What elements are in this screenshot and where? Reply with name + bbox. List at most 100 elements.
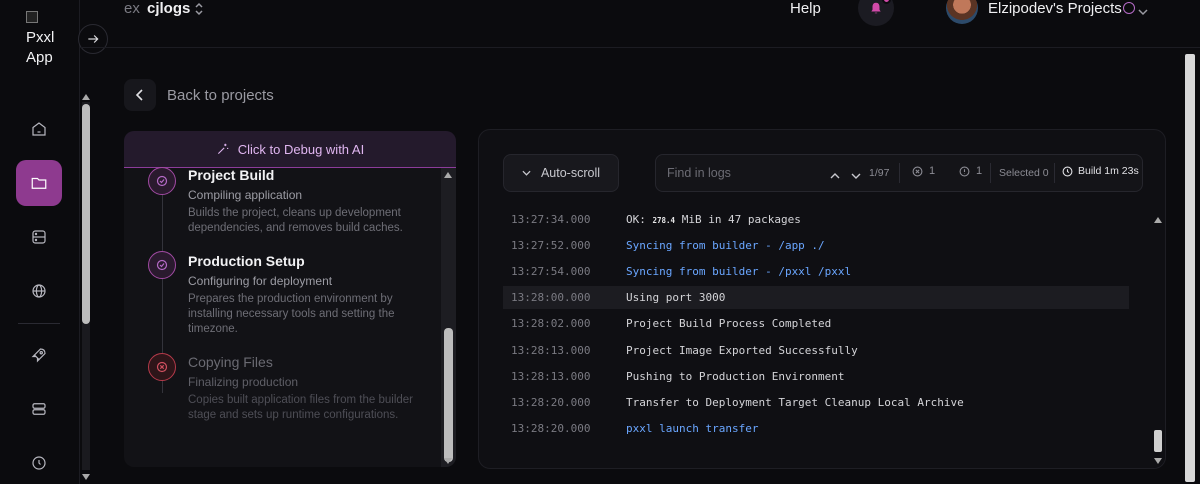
log-row[interactable]: 13:28:20.000 pxxl launch transfer (503, 417, 1129, 440)
sidebar-item-servers[interactable] (16, 386, 62, 432)
step-title: Production Setup (188, 253, 305, 269)
log-message: Using port 3000 (626, 291, 726, 304)
step-title: Project Build (188, 167, 275, 183)
logo-text: Pxxl App (26, 29, 55, 66)
log-timestamp: 13:27:34.000 (511, 213, 591, 226)
logs-panel: Auto-scroll 1/97 1 1 Selected 0 (478, 129, 1166, 469)
log-timestamp: 13:27:52.000 (511, 239, 591, 252)
log-row[interactable]: 13:27:54.000 Syncing from builder - /pxx… (503, 260, 1129, 283)
sidebar-divider (18, 323, 60, 324)
scroll-down-arrow-icon[interactable] (82, 474, 90, 480)
sidebar-item-home[interactable] (16, 106, 62, 152)
log-message: Project Build Process Completed (626, 317, 832, 330)
next-match-button[interactable] (851, 167, 861, 185)
log-message: Pushing to Production Environment (626, 370, 845, 383)
home-icon (32, 122, 46, 136)
sidebar-item-domains[interactable] (16, 268, 62, 314)
log-row[interactable]: 13:28:00.000 Using port 3000 (503, 286, 1129, 309)
team-name[interactable]: Elzipodev's Projects (988, 0, 1122, 17)
step-failed-icon (148, 353, 176, 381)
steps-scroll-thumb[interactable] (444, 328, 453, 462)
avatar[interactable] (946, 0, 978, 24)
sidebar-item-database[interactable] (16, 214, 62, 260)
step-complete-icon (148, 167, 176, 195)
rocket-icon (31, 348, 46, 363)
log-search-bar: 1/97 1 1 Selected 0 Build 1m 23s (655, 154, 1143, 192)
error-count: 1 (929, 165, 936, 177)
build-time-label: Build 1m 23s (1078, 165, 1139, 177)
broken-image-icon (26, 11, 38, 23)
step-subtitle: Configuring for deployment (188, 274, 333, 288)
clock-icon (32, 456, 46, 470)
page-scrollbar[interactable] (1182, 48, 1196, 484)
sidebar-item-projects[interactable] (16, 160, 62, 206)
step-title: Copying Files (188, 354, 273, 370)
log-timestamp: 13:28:20.000 (511, 396, 591, 409)
back-button[interactable] (124, 79, 156, 111)
back-to-projects-link[interactable]: Back to projects (167, 87, 274, 104)
log-message: OK: 278.4 MiB in 47 packages (626, 213, 801, 226)
error-filter-button[interactable]: 1 (912, 165, 935, 177)
log-timestamp: 13:28:20.000 (511, 422, 591, 435)
app-root: Pxxl App ex cjlogs Help Elzipodev's Proj… (0, 0, 1200, 484)
debug-with-ai-button[interactable]: Click to Debug with AI (124, 131, 456, 168)
log-row[interactable]: 13:28:13.000 Pushing to Production Envir… (503, 365, 1129, 388)
debug-label: Click to Debug with AI (237, 141, 365, 157)
warning-count: 1 (976, 165, 983, 177)
log-row[interactable]: 13:27:34.000 OK: 278.4 MiB in 47 package… (503, 208, 1129, 231)
log-message: Project Image Exported Successfully (626, 344, 858, 357)
chevron-down-icon (851, 173, 861, 179)
log-row[interactable]: 13:28:13.000 Project Image Exported Succ… (503, 339, 1129, 362)
chevron-down-icon[interactable] (1138, 3, 1148, 21)
scroll-down-arrow-icon[interactable] (1154, 458, 1162, 464)
log-scroll-thumb[interactable] (1154, 430, 1162, 452)
scroll-up-arrow-icon[interactable] (1154, 217, 1162, 223)
scroll-up-arrow-icon[interactable] (82, 94, 90, 100)
sidebar-scrollbar[interactable] (80, 92, 92, 484)
log-row[interactable]: 13:28:20.000 Transfer to Deployment Targ… (503, 391, 1129, 414)
scroll-up-arrow-icon[interactable] (444, 172, 452, 178)
chevron-up-icon (830, 173, 840, 179)
log-message: Transfer to Deployment Target Cleanup Lo… (626, 396, 964, 409)
log-message: pxxl launch transfer (626, 422, 759, 435)
server-icon (32, 403, 46, 415)
log-timestamp: 13:28:13.000 (511, 370, 591, 383)
globe-icon (32, 284, 46, 298)
log-row[interactable]: 13:28:02.000 Project Build Process Compl… (503, 312, 1129, 335)
scroll-down-arrow-icon[interactable] (444, 458, 452, 464)
build-time: Build 1m 23s (1062, 165, 1139, 177)
previous-match-button[interactable] (830, 167, 840, 185)
sidebar-item-deploy[interactable] (16, 332, 62, 378)
page-scroll-thumb[interactable] (1185, 54, 1195, 482)
project-name[interactable]: cjlogs (147, 0, 190, 17)
app-logo[interactable]: Pxxl App (26, 8, 66, 68)
match-count: 1/97 (869, 167, 890, 179)
sidebar-scroll-thumb[interactable] (82, 104, 90, 324)
bell-icon (871, 2, 881, 14)
notifications-button[interactable] (858, 0, 894, 26)
warning-filter-button[interactable]: 1 (959, 165, 982, 177)
magic-wand-icon (217, 143, 229, 155)
project-switcher-icon[interactable] (194, 2, 204, 21)
clock-icon (1062, 166, 1073, 176)
log-timestamp: 13:27:54.000 (511, 265, 591, 278)
auto-scroll-button[interactable]: Auto-scroll (503, 154, 619, 192)
warning-icon (959, 166, 970, 176)
log-output[interactable]: 13:27:34.000 OK: 278.4 MiB in 47 package… (479, 213, 1165, 468)
sidebar-item-history[interactable] (16, 440, 62, 484)
log-timestamp: 13:28:02.000 (511, 317, 591, 330)
find-in-logs-input[interactable] (656, 155, 826, 191)
steps-scrollbar[interactable] (441, 168, 456, 467)
sidebar: Pxxl App (0, 0, 80, 484)
log-row[interactable]: 13:27:52.000 Syncing from builder - /app… (503, 234, 1129, 257)
log-scrollbar[interactable] (1151, 214, 1165, 468)
help-link[interactable]: Help (790, 0, 821, 17)
chevron-left-icon (135, 89, 143, 101)
chevron-down-icon (522, 170, 531, 176)
database-icon (32, 230, 46, 244)
auto-scroll-label: Auto-scroll (540, 166, 601, 180)
step-subtitle: Finalizing production (188, 375, 299, 389)
topbar: ex cjlogs Help Elzipodev's Projects (80, 0, 1200, 48)
log-timestamp: 13:28:00.000 (511, 291, 591, 304)
step-description: Builds the project, cleans up developmen… (188, 207, 403, 234)
